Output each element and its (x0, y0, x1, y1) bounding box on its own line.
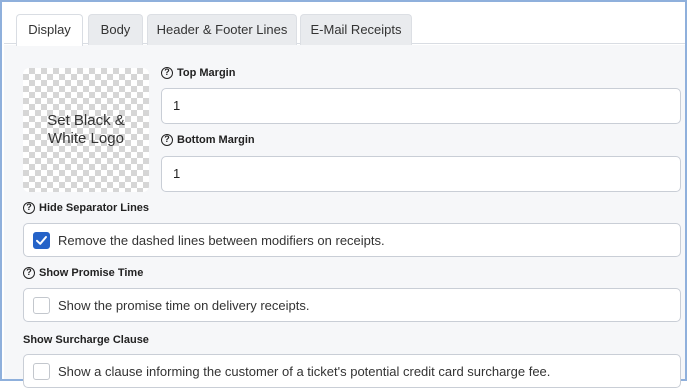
logo-upload-label: Set Black & White Logo (47, 112, 125, 147)
hide-separator-option-text: Remove the dashed lines between modifier… (58, 232, 385, 248)
surcharge-checkbox[interactable] (33, 362, 50, 380)
promise-time-option[interactable]: Show the promise time on delivery receip… (23, 288, 681, 322)
surcharge-label-text: Show Surcharge Clause (23, 334, 149, 346)
question-circle-icon[interactable]: ? (161, 134, 173, 146)
promise-time-option-text: Show the promise time on delivery receip… (58, 297, 310, 313)
surcharge-label: Show Surcharge Clause (23, 334, 149, 346)
hide-separator-label-text: Hide Separator Lines (39, 202, 150, 214)
tab-header-footer-lines[interactable]: Header & Footer Lines (147, 14, 297, 45)
hide-separator-label: ? Hide Separator Lines (23, 202, 149, 214)
surcharge-option-text: Show a clause informing the customer of … (58, 363, 551, 379)
hide-separator-checkbox[interactable] (33, 231, 50, 249)
tab-email-receipts[interactable]: E-Mail Receipts (300, 14, 412, 45)
display-settings-panel: Set Black & White Logo ? Top Margin 1 ? … (4, 45, 685, 388)
settings-window: Display Body Header & Footer Lines E-Mai… (0, 0, 687, 388)
bottom-margin-input[interactable]: 1 (161, 156, 681, 192)
hide-separator-option[interactable]: Remove the dashed lines between modifier… (23, 223, 681, 257)
question-circle-icon[interactable]: ? (23, 267, 35, 279)
promise-time-checkbox[interactable] (33, 296, 50, 314)
top-margin-label-text: Top Margin (177, 67, 236, 79)
tab-display[interactable]: Display (16, 14, 83, 46)
top-margin-label: ? Top Margin (161, 67, 235, 79)
bottom-margin-label-text: Bottom Margin (177, 134, 255, 146)
logo-upload-button[interactable]: Set Black & White Logo (23, 68, 149, 192)
bottom-margin-label: ? Bottom Margin (161, 134, 255, 146)
promise-time-label-text: Show Promise Time (39, 267, 144, 279)
tab-bar: Display Body Header & Footer Lines E-Mai… (4, 4, 685, 46)
tab-body[interactable]: Body (88, 14, 143, 45)
checkmark-icon (36, 235, 47, 245)
promise-time-label: ? Show Promise Time (23, 267, 143, 279)
question-circle-icon[interactable]: ? (23, 202, 35, 214)
surcharge-option[interactable]: Show a clause informing the customer of … (23, 354, 681, 388)
question-circle-icon[interactable]: ? (161, 67, 173, 79)
top-margin-input[interactable]: 1 (161, 88, 681, 124)
